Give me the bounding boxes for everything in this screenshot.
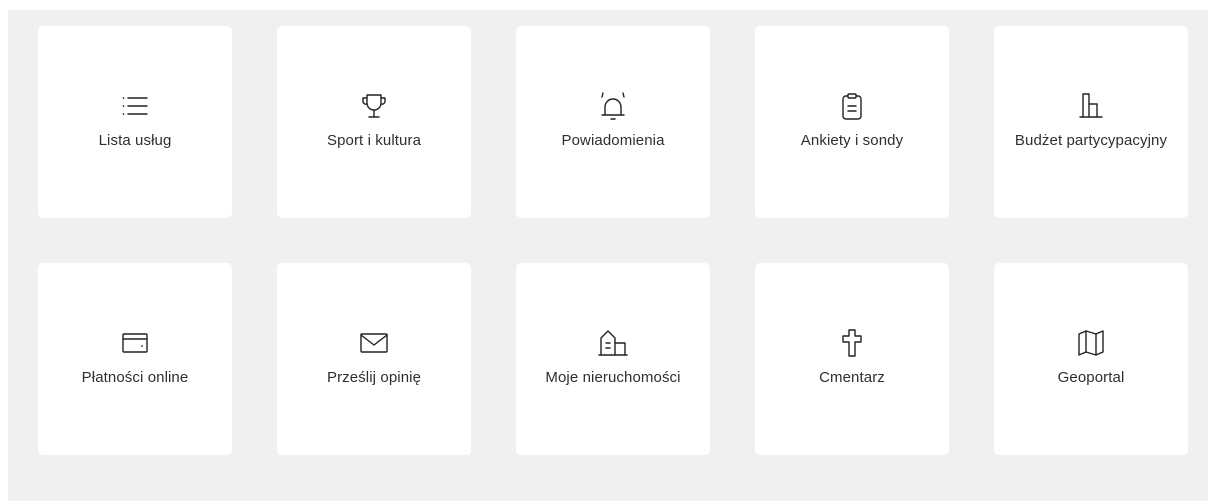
tile-label: Prześlij opinię [326,369,422,386]
list-icon [38,89,232,123]
clipboard-icon [755,89,949,123]
tile-geoportal[interactable]: Geoportal [994,263,1188,455]
tile-label: Ankiety i sondy [800,132,904,149]
tile-label: Płatności online [81,369,189,386]
tile-label: Moje nieruchomości [545,369,681,386]
envelope-icon [277,326,471,360]
tile-przeslij-opinie[interactable]: Prześlij opinię [277,263,471,455]
trophy-icon [277,89,471,123]
tile-label: Budżet partycypacyjny [1014,132,1168,149]
tile-label: Lista usług [98,132,172,149]
tile-label: Powiadomienia [561,132,665,149]
wallet-icon [38,326,232,360]
tile-moje-nieruchomosci[interactable]: Moje nieruchomości [516,263,710,455]
cross-icon [755,326,949,360]
tile-budzet-partycypacyjny[interactable]: Budżet partycypacyjny [994,26,1188,218]
buildings-chart-icon [994,89,1188,123]
tile-lista-uslug[interactable]: Lista usług [38,26,232,218]
map-icon [994,326,1188,360]
tile-cmentarz[interactable]: Cmentarz [755,263,949,455]
tile-powiadomienia[interactable]: Powiadomienia [516,26,710,218]
alarm-bell-icon [516,89,710,123]
tile-label: Cmentarz [819,369,885,386]
tile-platnosci-online[interactable]: Płatności online [38,263,232,455]
tile-label: Sport i kultura [326,132,422,149]
services-panel: Lista usług Sport i kultura Powiadomieni [8,10,1208,501]
house-building-icon [516,326,710,360]
tile-label: Geoportal [1057,369,1125,386]
tile-sport-i-kultura[interactable]: Sport i kultura [277,26,471,218]
tile-ankiety-i-sondy[interactable]: Ankiety i sondy [755,26,949,218]
